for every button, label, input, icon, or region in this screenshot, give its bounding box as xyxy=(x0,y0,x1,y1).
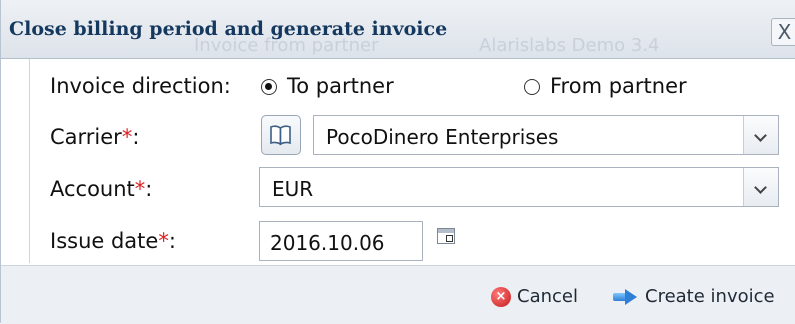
radio-to-partner[interactable] xyxy=(261,79,277,95)
radio-from-partner-label[interactable]: From partner xyxy=(550,74,687,98)
issue-date-required-mark: * xyxy=(158,229,169,253)
book-icon xyxy=(270,125,291,146)
chevron-down-icon[interactable] xyxy=(743,116,778,154)
account-label-suffix: : xyxy=(145,177,153,201)
carrier-select[interactable]: PocoDinero Enterprises xyxy=(313,115,779,155)
background-window-subtitle: Alarislabs Demo 3.4 xyxy=(479,35,660,56)
carrier-required-mark: * xyxy=(121,125,133,149)
dialog-footer: × Cancel Create invoice xyxy=(1,265,795,324)
account-value: EUR xyxy=(272,177,314,201)
carrier-label-text: Carrier xyxy=(50,125,122,149)
dialog-window: Invoice from partner Alarislabs Demo 3.4… xyxy=(0,0,795,324)
radio-from-partner[interactable] xyxy=(524,79,540,95)
account-label-text: Account xyxy=(50,177,135,201)
carrier-label-suffix: : xyxy=(132,125,140,149)
carrier-lookup-button[interactable] xyxy=(261,115,301,155)
account-label: Account*: xyxy=(50,177,152,201)
carrier-label: Carrier*: xyxy=(50,125,139,149)
dialog-titlebar[interactable]: Invoice from partner Alarislabs Demo 3.4… xyxy=(1,0,795,59)
account-select[interactable]: EUR xyxy=(259,167,779,207)
close-icon: X xyxy=(777,20,792,44)
create-invoice-label: Create invoice xyxy=(645,286,775,307)
chevron-down-icon[interactable] xyxy=(743,168,778,206)
carrier-value: PocoDinero Enterprises xyxy=(326,125,559,149)
issue-date-label-text: Issue date xyxy=(50,229,159,253)
close-button[interactable]: X xyxy=(771,18,795,46)
issue-date-value: 2016.10.06 xyxy=(270,231,385,255)
create-invoice-button[interactable]: Create invoice xyxy=(613,286,775,307)
issue-date-input[interactable]: 2016.10.06 xyxy=(259,221,423,261)
cancel-icon: × xyxy=(491,286,511,307)
issue-date-label-suffix: : xyxy=(168,229,176,253)
invoice-direction-label: Invoice direction: xyxy=(50,74,231,98)
calendar-icon[interactable] xyxy=(437,228,455,244)
radio-to-partner-label[interactable]: To partner xyxy=(287,74,394,98)
cancel-button-label: Cancel xyxy=(517,286,578,307)
issue-date-label: Issue date*: xyxy=(50,229,176,253)
cancel-button[interactable]: × Cancel xyxy=(491,286,578,307)
arrow-right-icon xyxy=(613,288,639,305)
dialog-title: Close billing period and generate invoic… xyxy=(9,18,448,40)
account-required-mark: * xyxy=(134,177,146,201)
